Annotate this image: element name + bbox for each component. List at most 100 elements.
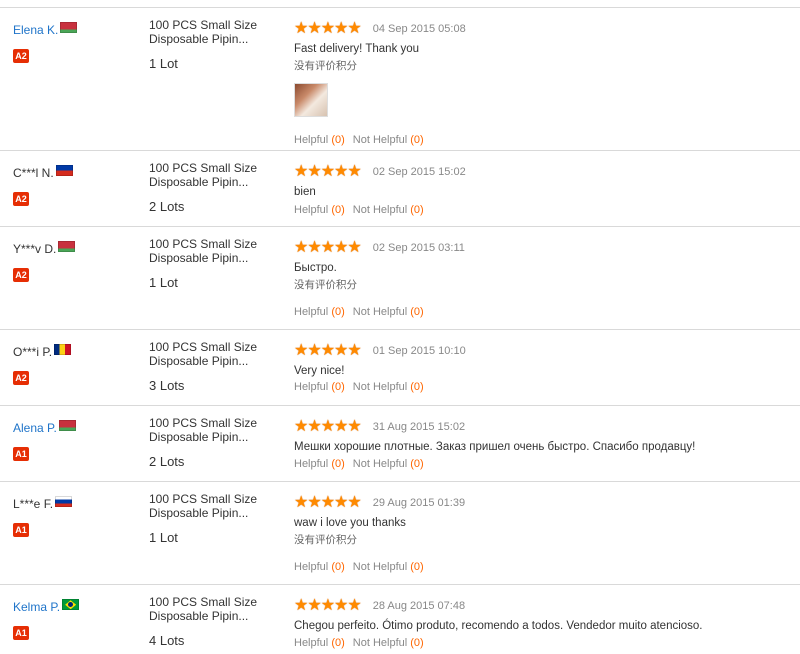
review-comment: bien <box>294 186 316 198</box>
product-title[interactable]: 100 PCS Small Size Disposable Pipin... <box>149 340 279 368</box>
helpful-label: Helpful <box>294 134 329 146</box>
helpful-button[interactable]: Helpful (0) <box>294 134 345 146</box>
star-rating: ★★★★★ <box>294 597 362 614</box>
review-row: Y***v D. A2 100 PCS Small Size Disposable … <box>0 227 800 330</box>
not-helpful-count: (0) <box>410 458 424 470</box>
not-helpful-label: Not Helpful <box>352 134 408 146</box>
review-date: 02 Sep 2015 03:11 <box>372 242 465 254</box>
helpful-button[interactable]: Helpful (0) <box>294 306 345 318</box>
buyer-level-badge: A2 <box>13 268 29 282</box>
product-title[interactable]: 100 PCS Small Size Disposable Pipin... <box>149 18 279 46</box>
helpful-label: Helpful <box>294 561 329 573</box>
helpful-button[interactable]: Helpful (0) <box>294 637 345 649</box>
helpful-button[interactable]: Helpful (0) <box>294 561 345 573</box>
helpful-count: (0) <box>331 134 345 146</box>
product-title[interactable]: 100 PCS Small Size Disposable Pipin... <box>149 161 279 189</box>
order-quantity: 4 Lots <box>149 633 185 648</box>
helpful-label: Helpful <box>294 381 329 393</box>
order-quantity: 1 Lot <box>149 56 178 71</box>
feedback-content: ★★★★★ 31 Aug 2015 15:02 Мешки хорошие плот… <box>294 419 794 454</box>
buyer-name[interactable]: Elena K. <box>13 23 58 37</box>
review-list: Elena K. A2 100 PCS Small Size Disposable … <box>0 0 800 654</box>
not-helpful-label: Not Helpful <box>352 637 408 649</box>
not-helpful-count: (0) <box>410 306 424 318</box>
helpful-count: (0) <box>331 458 345 470</box>
product-title[interactable]: 100 PCS Small Size Disposable Pipin... <box>149 492 279 520</box>
buyer-name: L***e F. <box>13 496 54 511</box>
not-helpful-button[interactable]: Not Helpful (0) <box>353 306 424 318</box>
not-helpful-count: (0) <box>410 637 424 649</box>
no-rating-points-note: 没有评价积分 <box>294 279 357 291</box>
review-row: C***l N. A2 100 PCS Small Size Disposable … <box>0 151 800 227</box>
review-row: Elena K. A2 100 PCS Small Size Disposable … <box>0 8 800 151</box>
star-rating: ★★★★★ <box>294 163 362 180</box>
not-helpful-button[interactable]: Not Helpful (0) <box>353 381 424 393</box>
product-title[interactable]: 100 PCS Small Size Disposable Pipin... <box>149 595 279 623</box>
star-rating: ★★★★★ <box>294 342 362 359</box>
not-helpful-button[interactable]: Not Helpful (0) <box>353 561 424 573</box>
helpful-button[interactable]: Helpful (0) <box>294 381 345 393</box>
helpful-count: (0) <box>331 561 345 573</box>
review-row: O***i P. A2 100 PCS Small Size Disposable … <box>0 330 800 406</box>
not-helpful-button[interactable]: Not Helpful (0) <box>353 134 424 146</box>
not-helpful-button[interactable]: Not Helpful (0) <box>353 458 424 470</box>
product-info: 100 PCS Small Size Disposable Pipin... 3 … <box>149 340 279 393</box>
star-rating: ★★★★★ <box>294 20 362 37</box>
review-photo-thumbnail[interactable] <box>294 83 328 117</box>
review-date: 04 Sep 2015 05:08 <box>372 23 466 35</box>
not-helpful-button[interactable]: Not Helpful (0) <box>353 637 424 649</box>
feedback-content: ★★★★★ 29 Aug 2015 01:39 waw i love you tha… <box>294 495 794 547</box>
not-helpful-label: Not Helpful <box>352 204 408 216</box>
not-helpful-label: Not Helpful <box>352 381 408 393</box>
helpful-label: Helpful <box>294 306 329 318</box>
product-title[interactable]: 100 PCS Small Size Disposable Pipin... <box>149 416 279 444</box>
star-rating: ★★★★★ <box>294 494 362 511</box>
review-date: 01 Sep 2015 10:10 <box>372 345 466 357</box>
helpful-button[interactable]: Helpful (0) <box>294 204 345 216</box>
not-helpful-count: (0) <box>410 561 424 573</box>
vote-row: Helpful (0) Not Helpful (0) <box>294 637 424 649</box>
review-comment: Мешки хорошие плотные. Заказ пришел очен… <box>294 441 696 453</box>
buyer-name[interactable]: Alena P. <box>13 421 57 435</box>
review-comment: Быстро. <box>294 262 337 274</box>
product-info: 100 PCS Small Size Disposable Pipin... 2 … <box>149 161 279 214</box>
helpful-count: (0) <box>331 204 345 216</box>
ro-flag-icon <box>54 344 72 356</box>
by-flag-icon <box>58 420 76 432</box>
helpful-count: (0) <box>331 306 345 318</box>
order-quantity: 3 Lots <box>149 378 185 393</box>
helpful-button[interactable]: Helpful (0) <box>294 458 345 470</box>
buyer-name: O***i P. <box>13 344 53 359</box>
vote-row: Helpful (0) Not Helpful (0) <box>294 306 424 318</box>
product-info: 100 PCS Small Size Disposable Pipin... 1 … <box>149 492 279 545</box>
order-quantity: 1 Lot <box>149 275 178 290</box>
not-helpful-label: Not Helpful <box>352 458 408 470</box>
review-row: Alena P. A1 100 PCS Small Size Disposable … <box>0 406 800 482</box>
review-date: 02 Sep 2015 15:02 <box>372 166 466 178</box>
star-rating: ★★★★★ <box>294 239 362 256</box>
product-info: 100 PCS Small Size Disposable Pipin... 1 … <box>149 18 279 71</box>
cl-flag-icon <box>55 165 73 177</box>
br-flag-icon <box>62 599 80 611</box>
review-comment: Chegou perfeito. Ótimo produto, recomend… <box>294 620 703 632</box>
review-date: 29 Aug 2015 01:39 <box>372 497 466 509</box>
order-quantity: 2 Lots <box>149 454 185 469</box>
buyer-level-badge: A1 <box>13 447 29 461</box>
buyer-info: Y***v D. A2 <box>13 240 133 282</box>
buyer-info: Elena K. A2 <box>13 21 133 63</box>
buyer-info: Kelma P. A1 <box>13 598 133 640</box>
by-flag-icon <box>60 22 78 34</box>
feedback-content: ★★★★★ 04 Sep 2015 05:08 Fast delivery! Tha… <box>294 21 794 117</box>
not-helpful-button[interactable]: Not Helpful (0) <box>353 204 424 216</box>
feedback-content: ★★★★★ 02 Sep 2015 15:02 bien <box>294 164 794 199</box>
helpful-count: (0) <box>331 637 345 649</box>
product-title[interactable]: 100 PCS Small Size Disposable Pipin... <box>149 237 279 265</box>
review-row: L***e F. A1 100 PCS Small Size Disposable … <box>0 482 800 585</box>
review-row: Kelma P. A1 100 PCS Small Size Disposable … <box>0 585 800 654</box>
not-helpful-count: (0) <box>410 134 424 146</box>
vote-row: Helpful (0) Not Helpful (0) <box>294 458 424 470</box>
helpful-label: Helpful <box>294 204 329 216</box>
not-helpful-count: (0) <box>410 204 424 216</box>
buyer-name[interactable]: Kelma P. <box>13 600 60 614</box>
feedback-content: ★★★★★ 01 Sep 2015 10:10 Very nice! <box>294 343 794 378</box>
